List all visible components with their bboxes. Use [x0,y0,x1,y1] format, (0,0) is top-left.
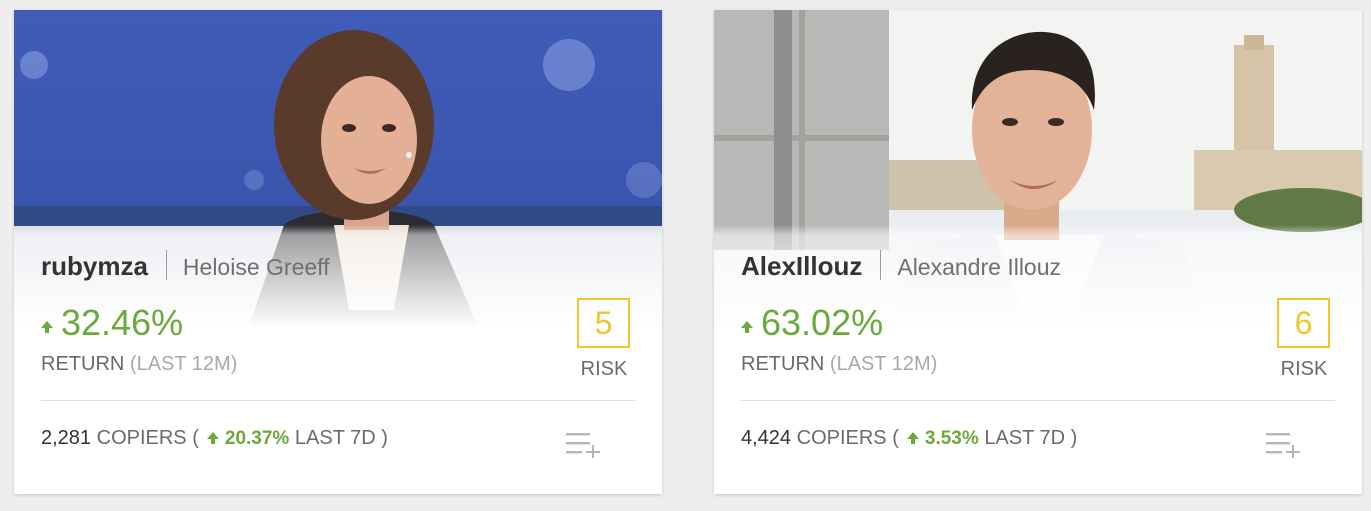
risk-label: RISK [580,358,628,380]
return-label-text: RETURN [741,353,825,375]
name-separator [880,250,882,280]
name-separator [165,250,167,280]
copiers-label: COPIERS ( [96,427,199,449]
divider [741,400,1335,401]
trader-photo [714,10,1362,340]
trader-username[interactable]: AlexIllouz [741,251,862,281]
trader-real-name: Alexandre Illouz [897,254,1062,280]
copiers-count: 4,424 [741,427,792,449]
return-label: RETURN (LAST 12M) [741,353,937,376]
risk-label: RISK [1280,358,1328,380]
copiers-period: LAST 7D ) [984,427,1078,449]
trader-real-name: Heloise Greeff [182,254,330,280]
return-period: (LAST 12M) [129,353,238,375]
arrow-up-icon [41,321,53,334]
copiers-info: 2,281 COPIERS ( 20.37% LAST 7D ) [41,427,388,450]
return-value: 63.02% [761,302,884,343]
return-label-text: RETURN [41,353,125,375]
arrow-up-icon [741,321,753,334]
trader-card[interactable]: rubymza Heloise Greeff 32.46% RETURN (LAS… [14,10,662,494]
trader-photo [14,10,662,340]
copiers-change: 3.53% [924,428,979,449]
arrow-up-icon [206,432,219,445]
return-period: (LAST 12M) [829,353,938,375]
copiers-change: 20.37% [224,428,290,449]
trader-username[interactable]: rubymza [41,251,148,281]
copiers-period: LAST 7D ) [294,427,388,449]
add-to-watchlist-icon[interactable] [1264,430,1304,458]
add-to-watchlist-icon[interactable] [564,430,604,458]
return-value: 32.46% [61,302,184,343]
arrow-up-icon [906,432,919,445]
copiers-count: 2,281 [41,427,92,449]
risk-score: 5 [577,298,630,348]
risk-score: 6 [1277,298,1330,348]
trader-card[interactable]: AlexIllouz Alexandre Illouz 63.02% RETURN… [714,10,1362,494]
divider [41,400,635,401]
copiers-info: 4,424 COPIERS ( 3.53% LAST 7D ) [741,427,1077,450]
return-label: RETURN (LAST 12M) [41,353,237,376]
copiers-label: COPIERS ( [796,427,899,449]
